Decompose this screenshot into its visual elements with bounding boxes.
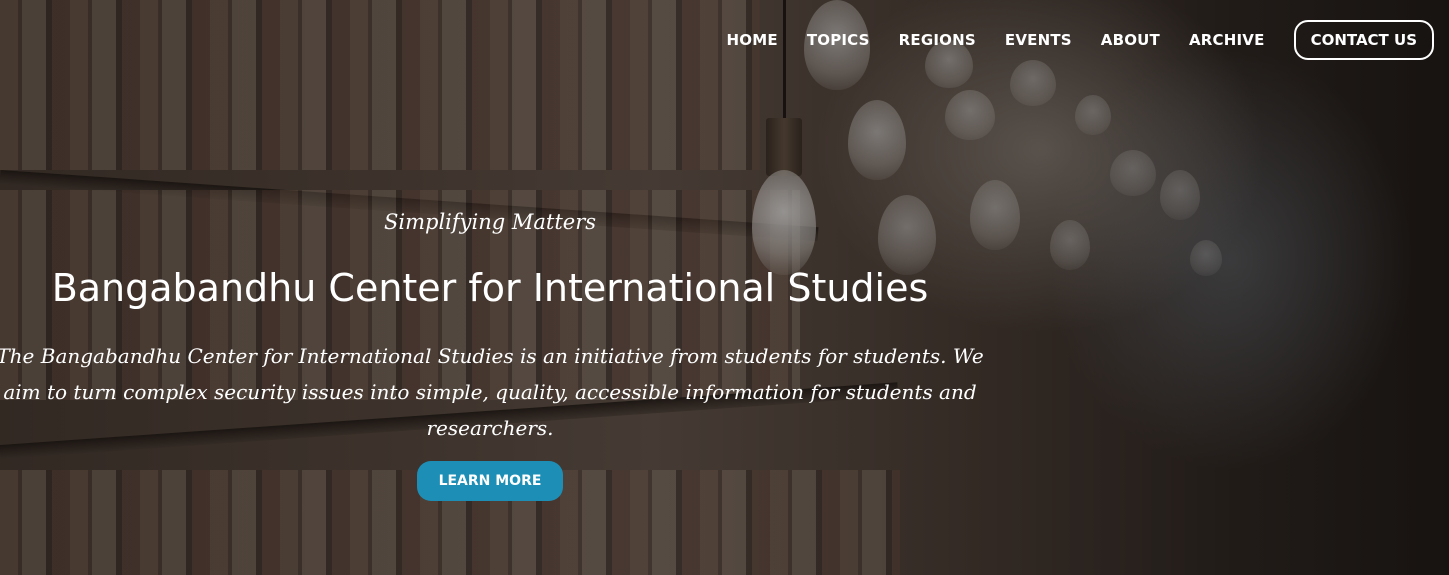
- nav-item-home[interactable]: HOME: [727, 31, 778, 49]
- nav-item-topics[interactable]: TOPICS: [807, 31, 870, 49]
- hero-description: The Bangabandhu Center for International…: [0, 344, 984, 440]
- nav-item-regions[interactable]: REGIONS: [899, 31, 976, 49]
- learn-more-button[interactable]: LEARN MORE: [417, 461, 563, 501]
- main-nav: HOME TOPICS REGIONS EVENTS ABOUT ARCHIVE…: [727, 20, 1434, 60]
- hero-tagline: Simplifying Matters: [383, 210, 597, 234]
- hero-section: HOME TOPICS REGIONS EVENTS ABOUT ARCHIVE…: [0, 0, 1449, 575]
- hero-title: Bangabandhu Center for International Stu…: [51, 266, 929, 310]
- nav-item-about[interactable]: ABOUT: [1101, 31, 1160, 49]
- nav-item-archive[interactable]: ARCHIVE: [1189, 31, 1265, 49]
- contact-us-button[interactable]: CONTACT US: [1293, 20, 1434, 60]
- nav-item-events[interactable]: EVENTS: [1005, 31, 1072, 49]
